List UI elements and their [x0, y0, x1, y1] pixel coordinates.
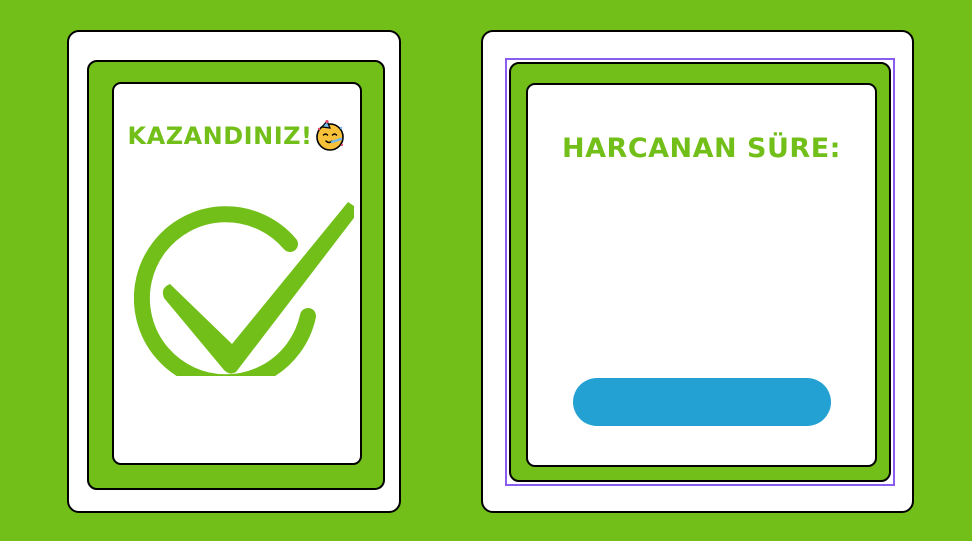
time-card-frame: HARCANAN SÜRE: — [509, 62, 891, 482]
win-card-panel: KAZANDINIZ! — [112, 82, 362, 465]
time-card: HARCANAN SÜRE: — [481, 30, 914, 513]
action-button[interactable] — [573, 378, 831, 426]
time-title: HARCANAN SÜRE: — [562, 133, 841, 164]
win-card-frame: KAZANDINIZ! — [87, 60, 385, 490]
win-title: KAZANDINIZ! — [114, 120, 360, 152]
selection-outline: HARCANAN SÜRE: — [505, 58, 895, 486]
time-card-panel: HARCANAN SÜRE: — [526, 83, 877, 467]
check-circle-icon — [134, 202, 354, 376]
party-face-icon — [316, 120, 345, 151]
win-title-text: KAZANDINIZ! — [127, 122, 313, 150]
win-card: KAZANDINIZ! — [67, 30, 401, 513]
game-end-screen: KAZANDINIZ! HARCANAN SÜRE: — [0, 0, 972, 541]
